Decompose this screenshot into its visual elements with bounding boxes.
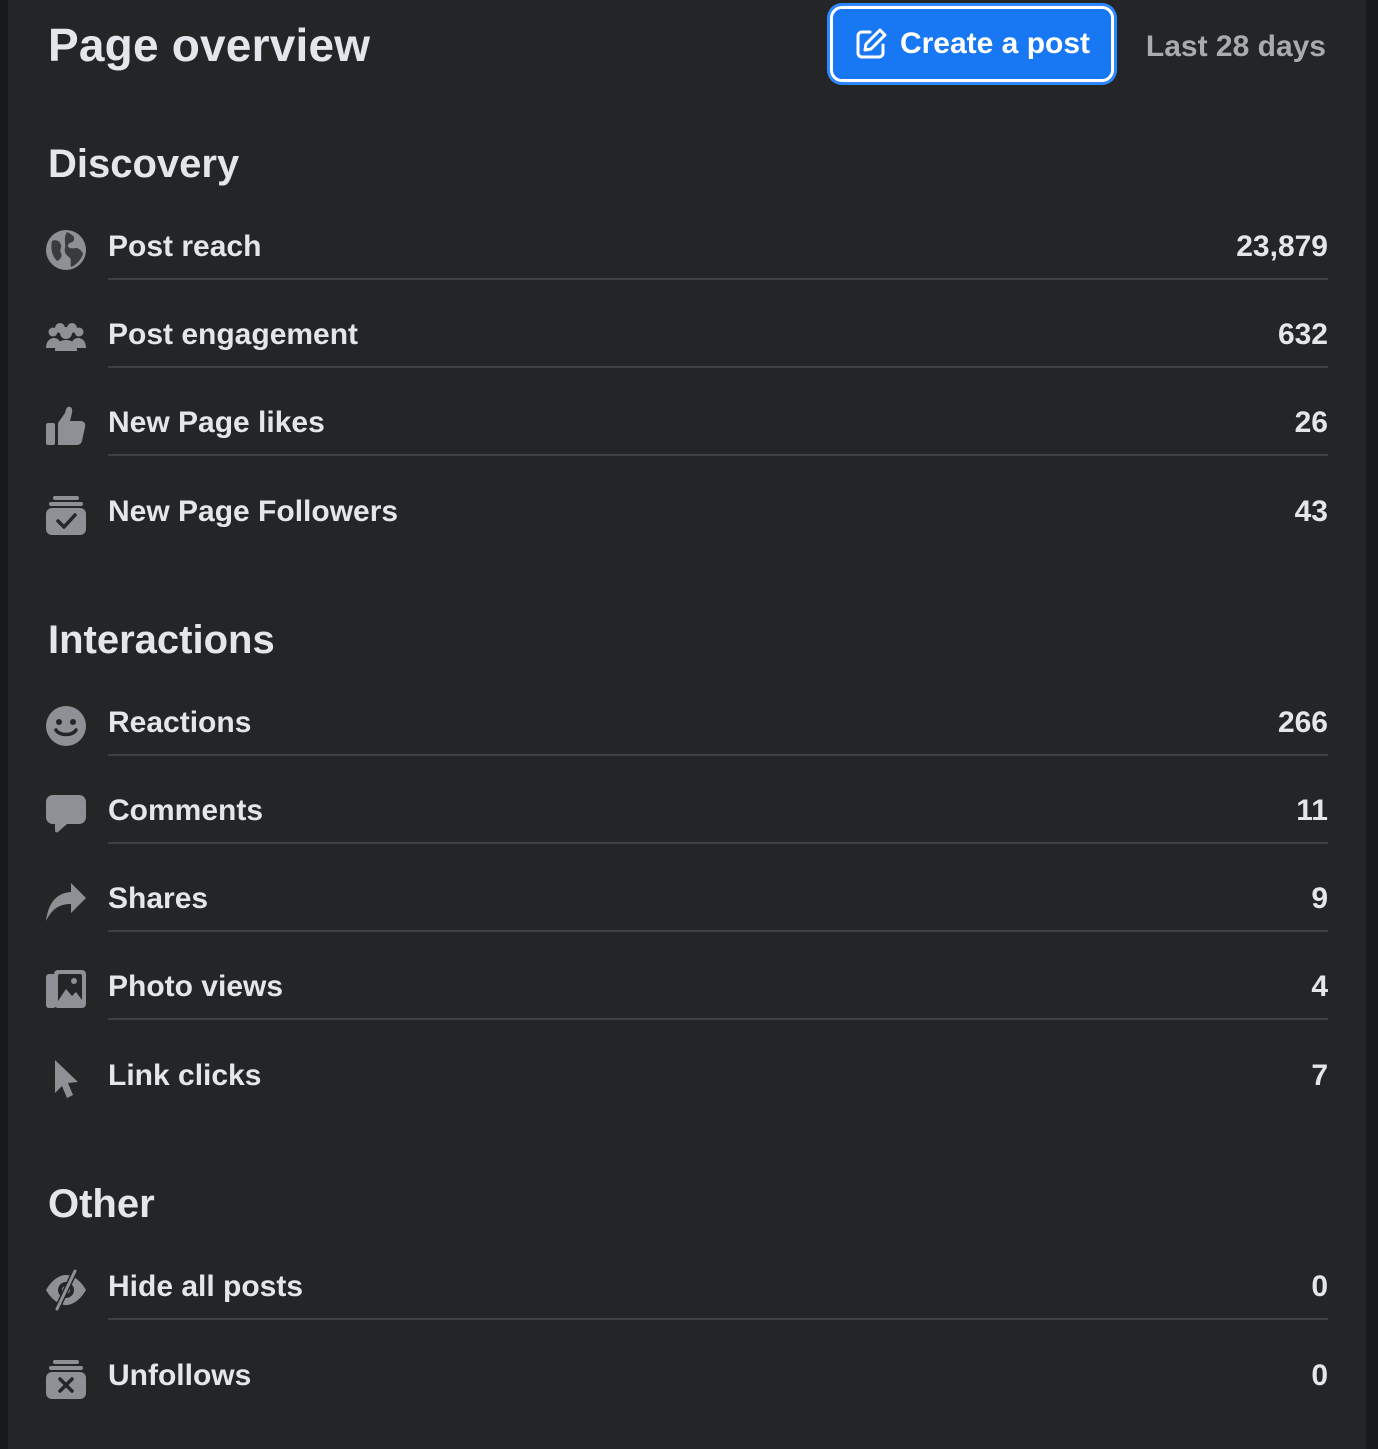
stat-value: 266 <box>1277 706 1328 739</box>
stat-row-content: Hide all posts 0 <box>108 1258 1328 1320</box>
thumbs-up-icon <box>44 404 88 448</box>
stat-value: 9 <box>1311 882 1328 915</box>
stat-label: Link clicks <box>108 1059 262 1092</box>
stat-value: 632 <box>1277 318 1328 351</box>
section-title-discovery: Discovery <box>48 142 240 186</box>
stat-row-link-clicks[interactable]: Link clicks 7 <box>44 1047 1328 1107</box>
stat-value: 0 <box>1311 1270 1328 1303</box>
stat-label: Unfollows <box>108 1359 252 1392</box>
stat-row-content: Photo views 4 <box>108 958 1328 1020</box>
stat-label: New Page Followers <box>108 495 399 528</box>
cursor-icon <box>44 1057 88 1101</box>
inbox-x-icon <box>44 1357 88 1401</box>
stat-value: 0 <box>1311 1359 1328 1392</box>
stat-row-content: Reactions 266 <box>108 694 1328 756</box>
stat-row-content: New Page likes 26 <box>108 394 1328 456</box>
stat-row-content: Shares 9 <box>108 870 1328 932</box>
stat-value: 4 <box>1311 970 1328 1003</box>
stat-label: Shares <box>108 882 209 915</box>
stat-row-new-page-likes[interactable]: New Page likes 26 <box>44 394 1328 456</box>
comment-bubble-icon <box>44 792 88 836</box>
overview-header: Page overview Create a post Last 28 days <box>48 0 1326 95</box>
stat-row-content: Post engagement 632 <box>108 306 1328 368</box>
people-icon <box>44 316 88 360</box>
edit-icon <box>854 27 888 61</box>
globe-icon <box>44 228 88 272</box>
stat-row-content: Comments 11 <box>108 782 1328 844</box>
stat-row-hide-all-posts[interactable]: Hide all posts 0 <box>44 1258 1328 1320</box>
stat-value: 26 <box>1294 406 1328 439</box>
inbox-check-icon <box>44 493 88 537</box>
stat-value: 11 <box>1296 794 1328 827</box>
stat-row-comments[interactable]: Comments 11 <box>44 782 1328 844</box>
eye-slash-icon <box>44 1268 88 1312</box>
stat-row-shares[interactable]: Shares 9 <box>44 870 1328 932</box>
stat-row-unfollows[interactable]: Unfollows 0 <box>44 1347 1328 1407</box>
section-title-interactions: Interactions <box>48 618 275 662</box>
stat-label: Photo views <box>108 970 284 1003</box>
stat-row-photo-views[interactable]: Photo views 4 <box>44 958 1328 1020</box>
stat-row-content: Link clicks 7 <box>108 1047 1328 1107</box>
stat-label: Post engagement <box>108 318 359 351</box>
stat-row-content: Unfollows 0 <box>108 1347 1328 1407</box>
create-post-button[interactable]: Create a post <box>830 6 1114 82</box>
section-title-other: Other <box>48 1182 155 1226</box>
stat-row-post-engagement[interactable]: Post engagement 632 <box>44 306 1328 368</box>
create-post-label: Create a post <box>899 27 1091 60</box>
stat-label: Reactions <box>108 706 252 739</box>
page-title: Page overview <box>48 19 371 71</box>
page-overview-panel: Page overview Create a post Last 28 days… <box>8 0 1366 1449</box>
stat-row-reactions[interactable]: Reactions 266 <box>44 694 1328 756</box>
stat-value: 43 <box>1294 495 1328 528</box>
stat-row-content: Post reach 23,879 <box>108 218 1328 280</box>
stat-label: Comments <box>108 794 264 827</box>
stat-row-new-page-followers[interactable]: New Page Followers 43 <box>44 483 1328 543</box>
stat-label: Post reach <box>108 230 262 263</box>
stat-value: 23,879 <box>1236 230 1328 263</box>
date-range-label: Last 28 days <box>1145 30 1326 63</box>
share-arrow-icon <box>44 880 88 924</box>
stat-row-post-reach[interactable]: Post reach 23,879 <box>44 218 1328 280</box>
stat-label: Hide all posts <box>108 1270 304 1303</box>
stat-value: 7 <box>1311 1059 1328 1092</box>
photos-icon <box>44 968 88 1012</box>
stat-row-content: New Page Followers 43 <box>108 483 1328 543</box>
stat-label: New Page likes <box>108 406 325 439</box>
smiley-icon <box>44 704 88 748</box>
